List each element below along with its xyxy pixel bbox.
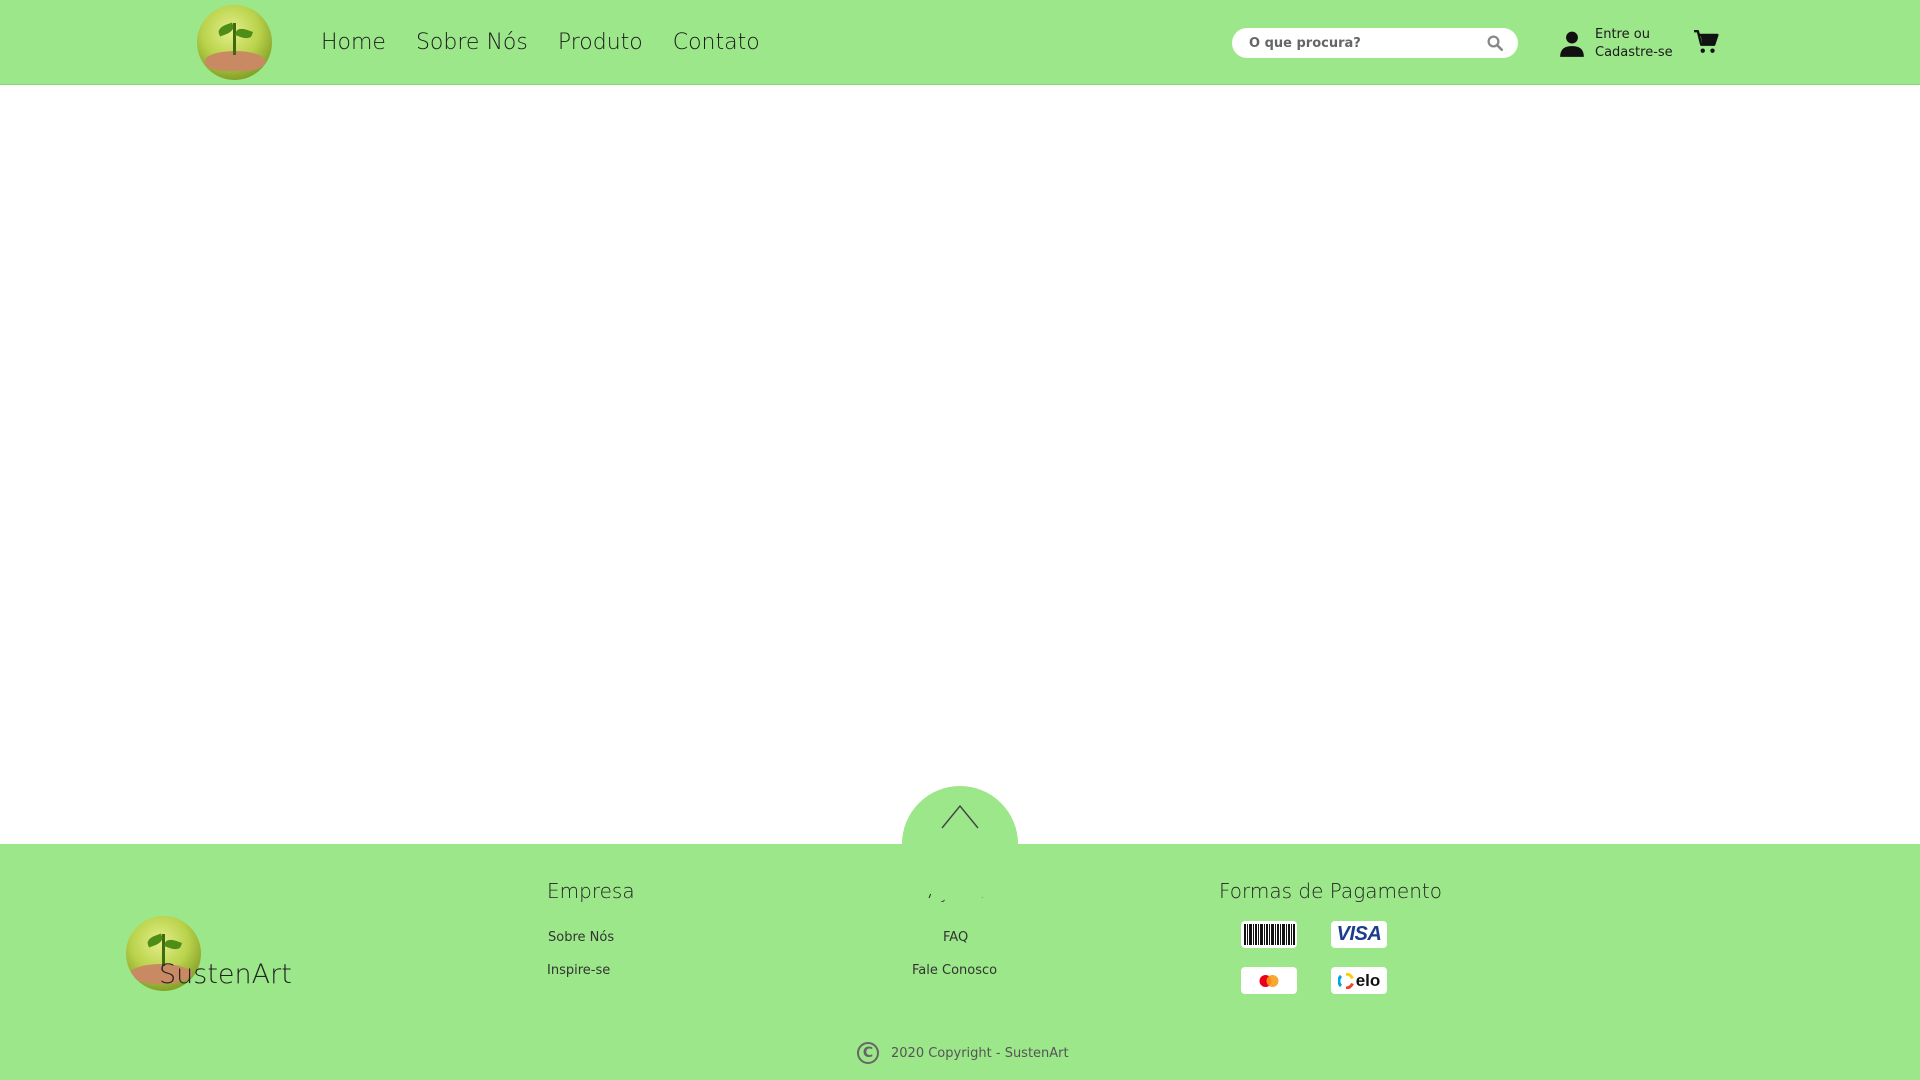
visa-label: VISA bbox=[1336, 923, 1382, 945]
back-to-top-button[interactable] bbox=[902, 786, 1018, 902]
visa-icon: VISA bbox=[1331, 921, 1387, 948]
nav-contato[interactable]: Contato bbox=[673, 30, 760, 55]
search-input[interactable] bbox=[1249, 35, 1479, 51]
logo-icon[interactable] bbox=[197, 5, 272, 80]
footer-empresa-title: Empresa bbox=[547, 879, 635, 903]
elo-icon: elo bbox=[1331, 967, 1387, 994]
main-content bbox=[0, 86, 1920, 844]
mastercard-icon bbox=[1241, 967, 1297, 994]
footer-link-sobre-nos[interactable]: Sobre Nós bbox=[548, 930, 614, 945]
footer-link-fale-conosco[interactable]: Fale Conosco bbox=[912, 963, 997, 978]
main-nav: Home Sobre Nós Produto Contato bbox=[321, 30, 760, 55]
copyright-icon: C bbox=[857, 1042, 879, 1064]
login-line1: Entre ou bbox=[1595, 27, 1650, 42]
boleto-icon bbox=[1241, 921, 1297, 948]
login-text: Entre ou Cadastre-se bbox=[1595, 26, 1673, 62]
cart-icon[interactable] bbox=[1693, 29, 1719, 55]
nav-home[interactable]: Home bbox=[321, 30, 386, 55]
user-icon bbox=[1560, 31, 1584, 57]
chevron-up-icon bbox=[941, 804, 979, 829]
footer-link-inspire-se[interactable]: Inspire-se bbox=[547, 963, 610, 978]
nav-sobre-nos[interactable]: Sobre Nós bbox=[416, 30, 528, 55]
copyright: C 2020 Copyright - SustenArt bbox=[857, 1042, 1069, 1064]
search-box bbox=[1232, 28, 1518, 58]
footer-link-faq[interactable]: FAQ bbox=[943, 930, 968, 945]
footer-brand: SustenArt bbox=[159, 959, 292, 990]
login-link[interactable]: Entre ou Cadastre-se bbox=[1559, 26, 1673, 62]
site-header: Home Sobre Nós Produto Contato Entre ou … bbox=[0, 0, 1920, 85]
footer-pagamento-title: Formas de Pagamento bbox=[1219, 879, 1442, 903]
nav-produto[interactable]: Produto bbox=[558, 30, 643, 55]
copyright-text: 2020 Copyright - SustenArt bbox=[891, 1045, 1069, 1061]
login-line2: Cadastre-se bbox=[1595, 45, 1673, 60]
search-icon[interactable] bbox=[1486, 34, 1504, 52]
elo-label: elo bbox=[1355, 970, 1381, 990]
